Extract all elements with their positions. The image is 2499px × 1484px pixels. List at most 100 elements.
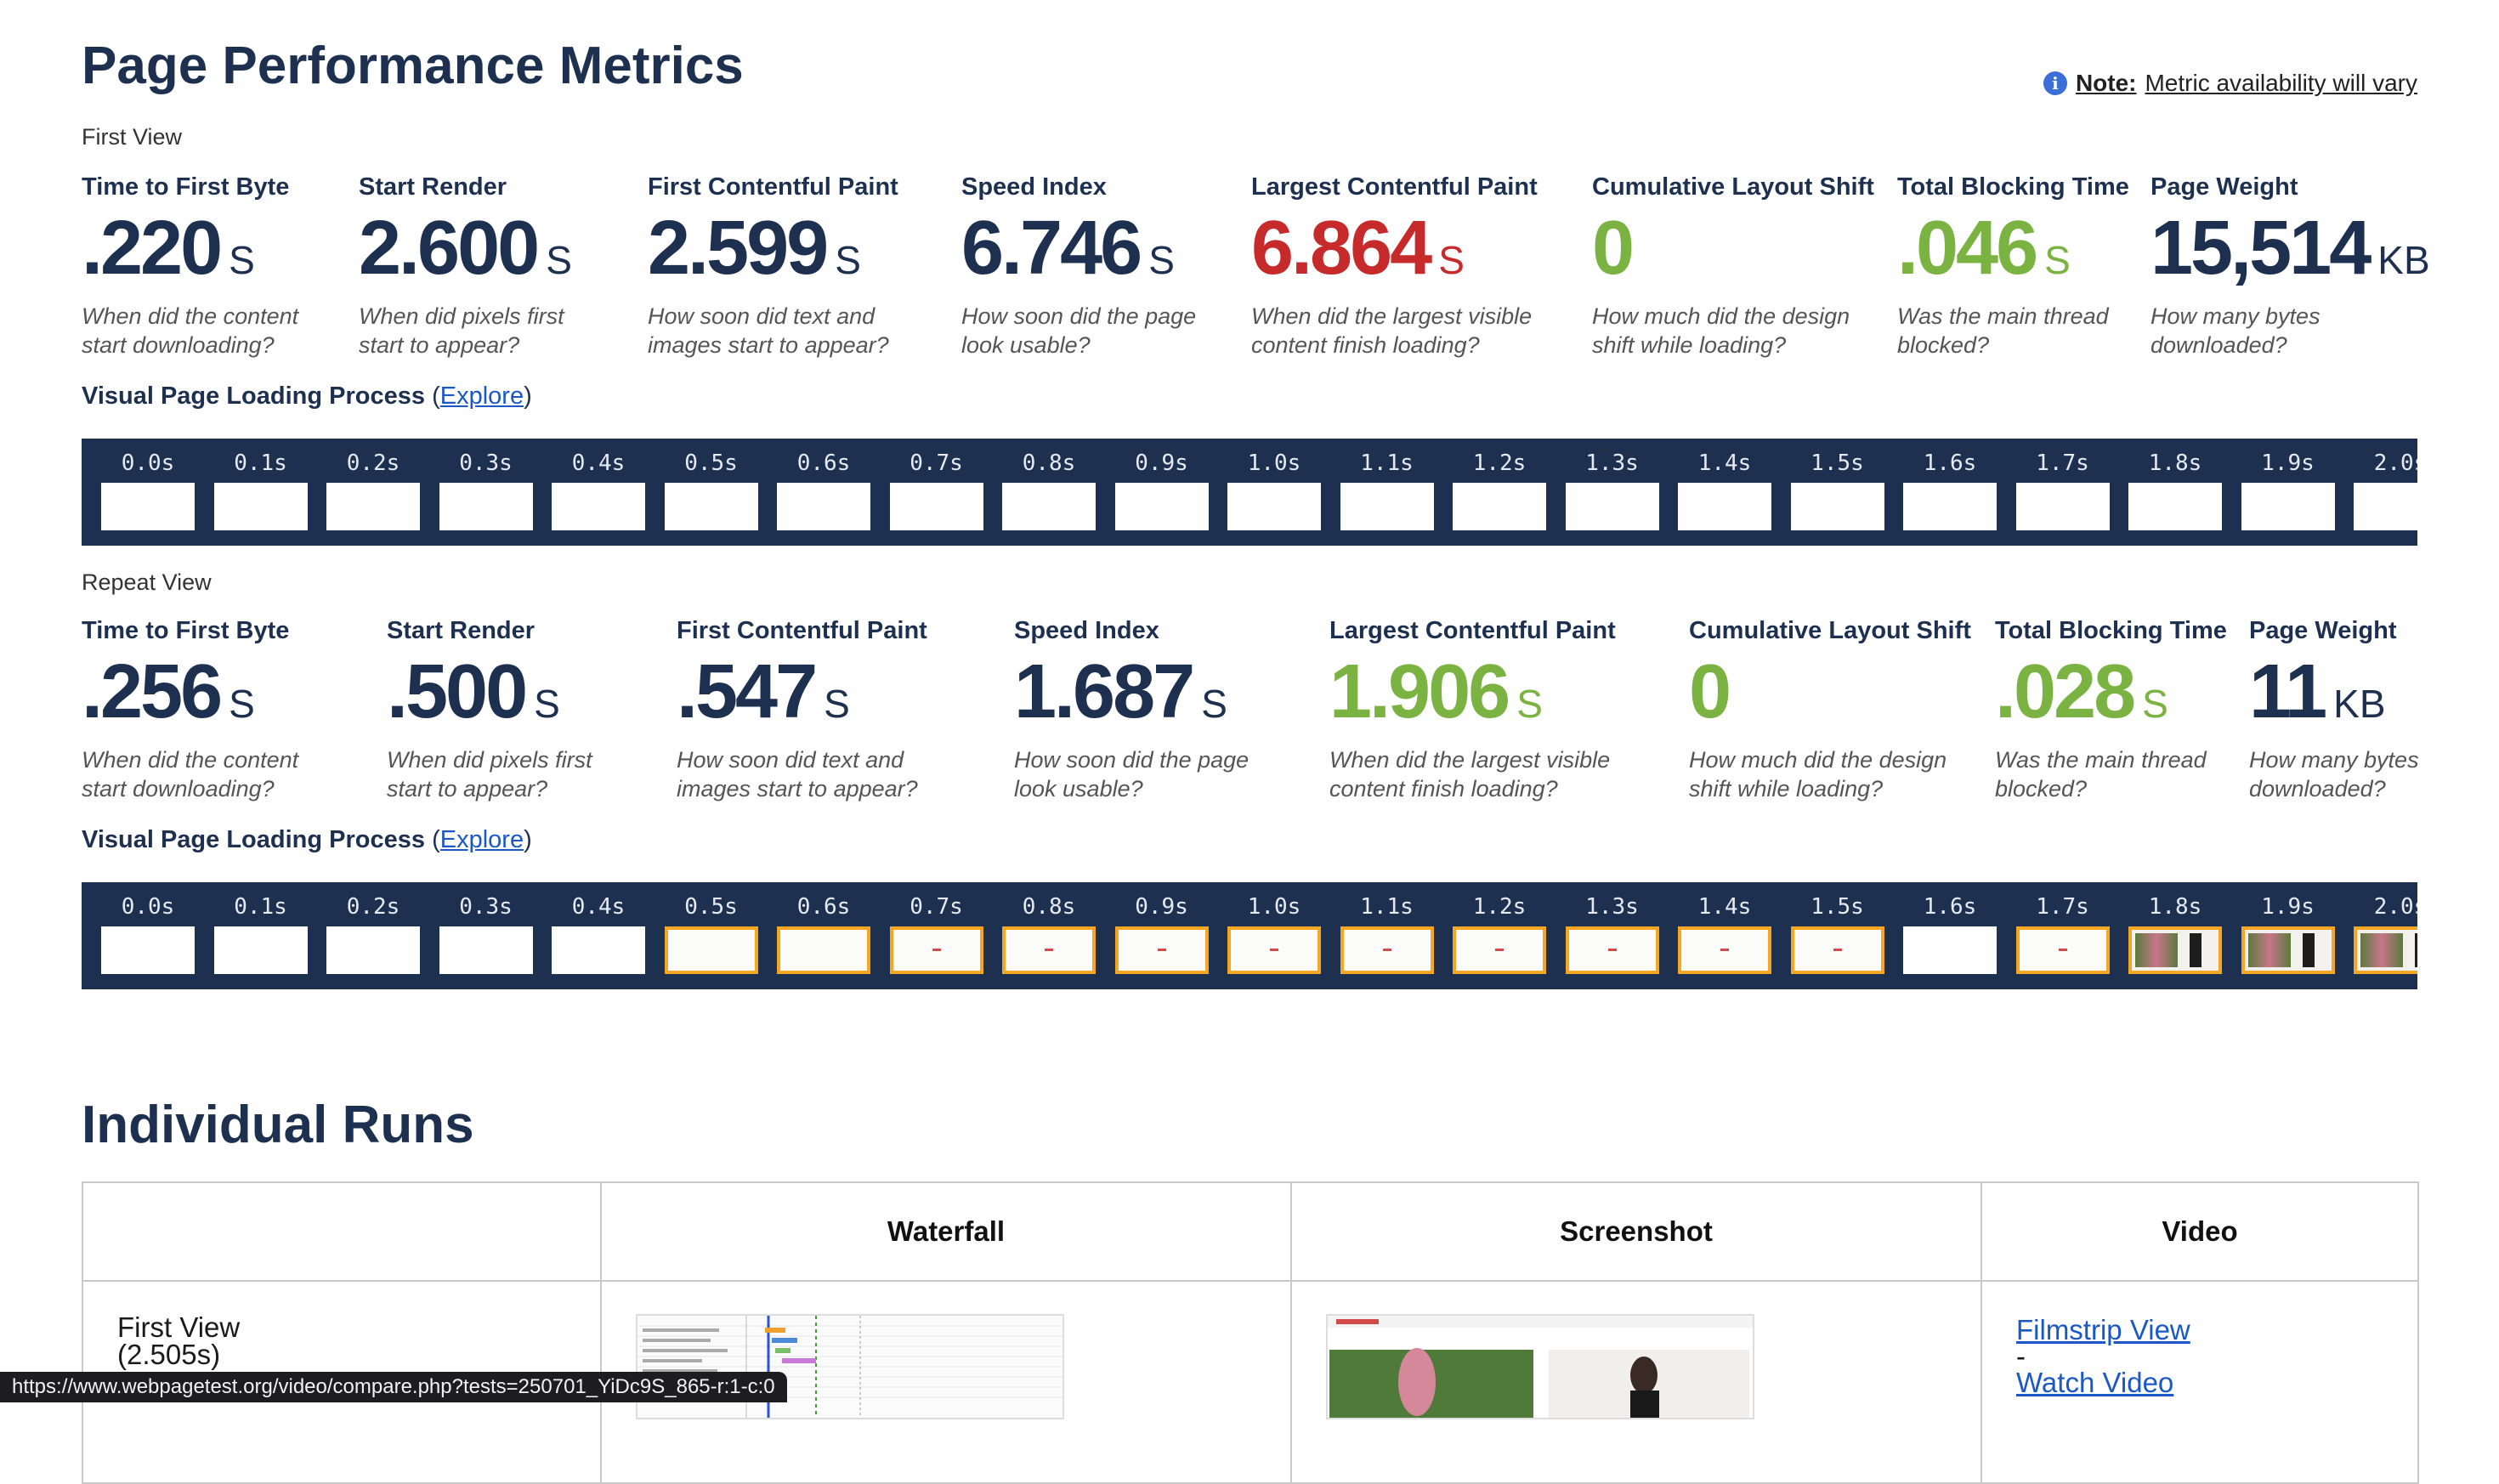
filmstrip-frame[interactable]: 1.3s <box>1561 882 1663 989</box>
filmstrip-frame[interactable]: 0.7s <box>886 882 988 989</box>
filmstrip-frame[interactable]: 0.3s <box>435 882 537 989</box>
frame-time: 0.1s <box>234 894 287 920</box>
filmstrip-frame[interactable]: 0.6s <box>773 439 875 546</box>
filmstrip-frame[interactable]: 1.1s <box>1336 439 1438 546</box>
filmstrip-frame[interactable]: 1.8s <box>2124 439 2226 546</box>
watch-video-link[interactable]: Watch Video <box>2016 1367 2173 1398</box>
filmstrip-frame[interactable]: 1.9s <box>2237 439 2339 546</box>
filmstrip-frame[interactable]: 0.9s <box>1111 882 1213 989</box>
filmstrip-frame[interactable]: 0.2s <box>322 439 424 546</box>
metric-description-line: How soon did text and <box>648 303 876 329</box>
frame-time: 0.0s <box>121 450 175 476</box>
frame-thumbnail <box>439 483 533 530</box>
link-separator: - <box>2016 1340 2026 1372</box>
frame-thumbnail <box>1340 483 1434 530</box>
frame-thumbnail <box>2241 926 2335 974</box>
frame-photo <box>2360 933 2403 967</box>
frame-content-mark <box>1045 949 1053 951</box>
frame-content-mark <box>1495 949 1504 951</box>
filmstrip-frame[interactable]: 1.9s <box>2237 882 2339 989</box>
filmstrip-frame[interactable]: 1.6s <box>1899 882 2001 989</box>
filmstrip-frame[interactable]: 1.0s <box>1223 439 1325 546</box>
metric-unit: S <box>534 682 560 726</box>
first-view-filmstrip[interactable]: 0.0s 0.1s 0.2s 0.3s 0.4s 0.5s 0.6s 0.7s 0.8s 0.9s… <box>82 439 2417 546</box>
frame-thumbnail <box>101 483 195 530</box>
filmstrip-frame[interactable]: 1.4s <box>1674 439 1776 546</box>
metric-title: First Contentful Paint <box>648 173 898 201</box>
filmstrip-frame[interactable]: 0.1s <box>210 439 312 546</box>
metric-description: When did the largest visible content fini… <box>1329 745 1616 803</box>
metric-number: 1.906 <box>1329 649 1510 734</box>
frame-photo <box>2302 933 2315 967</box>
frame-thumbnail <box>1002 483 1096 530</box>
metric-unit: S <box>1438 238 1465 282</box>
filmstrip-frame[interactable]: 1.7s <box>2012 882 2114 989</box>
metric-description-line: blocked? <box>1897 332 1990 358</box>
filmstrip-frame[interactable]: 1.1s <box>1336 882 1438 989</box>
filmstrip-frame[interactable]: 0.1s <box>210 882 312 989</box>
metric-description-line: start downloading? <box>82 332 275 358</box>
filmstrip-frame[interactable]: 0.8s <box>998 882 1100 989</box>
repeat-view-explore-link[interactable]: Explore <box>440 826 524 853</box>
metric-value: .028 S <box>1995 654 2227 730</box>
metric-description-line: content finish loading? <box>1251 332 1480 358</box>
filmstrip-frame[interactable]: 1.8s <box>2124 882 2226 989</box>
filmstrip-frame[interactable]: 0.5s <box>660 882 762 989</box>
frame-time: 1.4s <box>1697 450 1752 476</box>
screenshot-graphic <box>1328 1316 1753 1418</box>
filmstrip-frame[interactable]: 1.0s <box>1223 882 1325 989</box>
filmstrip-frame[interactable]: 1.3s <box>1561 439 1663 546</box>
filmstrip-view-link[interactable]: Filmstrip View <box>2016 1314 2190 1345</box>
repeat-view-filmstrip[interactable]: 0.0s 0.1s 0.2s 0.3s 0.4s 0.5s 0.6s 0.7s 0.8s 0.9s… <box>82 882 2417 989</box>
metric-number: 2.600 <box>359 206 540 291</box>
frame-thumbnail <box>1227 926 1321 974</box>
filmstrip-frame[interactable]: 0.7s <box>886 439 988 546</box>
frame-time: 1.4s <box>1697 894 1752 920</box>
filmstrip-frame[interactable]: 0.4s <box>547 882 649 989</box>
metric-description-line: How many bytes <box>2150 303 2320 329</box>
frame-time: 1.6s <box>1923 894 1977 920</box>
metric-largest-contentful-paint: Largest Contentful Paint 1.906 S When did t… <box>1329 617 1616 803</box>
filmstrip-frame[interactable]: 0.8s <box>998 439 1100 546</box>
frame-photo <box>2415 933 2417 967</box>
screenshot-thumbnail[interactable] <box>1326 1314 1754 1419</box>
metric-description-line: shift while loading? <box>1689 776 1884 801</box>
column-header-waterfall: Waterfall <box>600 1181 1292 1282</box>
filmstrip-frame[interactable]: 1.5s <box>1787 439 1889 546</box>
first-view-explore-link[interactable]: Explore <box>440 382 524 410</box>
waterfall-thumbnail[interactable] <box>636 1314 1064 1419</box>
metric-start-render: Start Render 2.600 S When did pixels first s… <box>359 173 572 360</box>
filmstrip-frame[interactable]: 0.4s <box>547 439 649 546</box>
filmstrip-frame[interactable]: 1.6s <box>1899 439 2001 546</box>
filmstrip-frame[interactable]: 1.2s <box>1448 882 1550 989</box>
frame-content-mark <box>1607 949 1617 951</box>
frame-thumbnail <box>2354 926 2417 974</box>
filmstrip-frame[interactable]: 1.4s <box>1674 882 1776 989</box>
frame-thumbnail <box>777 483 870 530</box>
metric-unit: S <box>2044 238 2071 282</box>
filmstrip-frame[interactable]: 0.3s <box>435 439 537 546</box>
metric-title: Total Blocking Time <box>1897 173 2129 201</box>
filmstrip-frame[interactable]: 0.5s <box>660 439 762 546</box>
filmstrip-frame[interactable]: 0.0s <box>97 439 199 546</box>
filmstrip-frame[interactable]: 0.2s <box>322 882 424 989</box>
metric-description-line: Was the main thread <box>1995 747 2207 773</box>
metric-description-line: start to appear? <box>387 776 548 801</box>
individual-runs-table: Waterfall Screenshot Video First View (2… <box>82 1181 2419 1484</box>
filmstrip-frame[interactable]: 0.9s <box>1111 439 1213 546</box>
filmstrip-frame[interactable]: 1.2s <box>1448 439 1550 546</box>
frame-thumbnail <box>326 483 420 530</box>
filmstrip-frame[interactable]: 1.7s <box>2012 439 2114 546</box>
metric-description: How much did the design shift while loadi… <box>1592 302 1874 360</box>
filmstrip-frame[interactable]: 1.5s <box>1787 882 1889 989</box>
visual-loading-label: Visual Page Loading Process <box>82 826 426 853</box>
metric-value: 1.906 S <box>1329 654 1616 730</box>
filmstrip-frame[interactable]: 0.6s <box>773 882 875 989</box>
frame-thumbnail <box>1790 483 1884 530</box>
filmstrip-frame[interactable]: 0.0s <box>97 882 199 989</box>
filmstrip-frame[interactable]: 2.0s <box>2349 882 2417 989</box>
metric-title: Speed Index <box>961 173 1107 201</box>
metric-description-line: images start to appear? <box>648 332 889 358</box>
column-header-video: Video <box>1980 1181 2419 1282</box>
filmstrip-frame[interactable]: 2.0s <box>2349 439 2417 546</box>
